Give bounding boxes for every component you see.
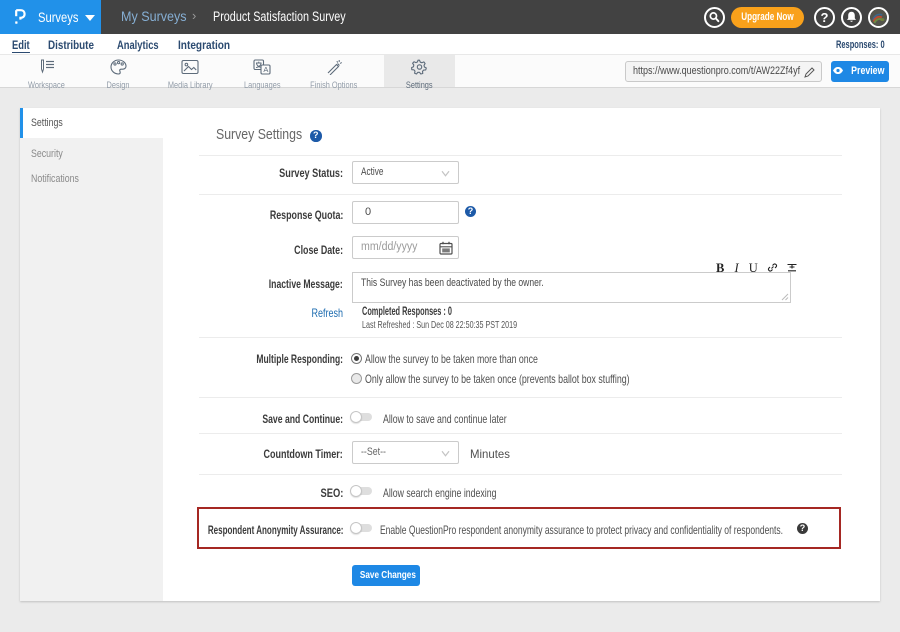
svg-text:A: A	[263, 65, 268, 74]
